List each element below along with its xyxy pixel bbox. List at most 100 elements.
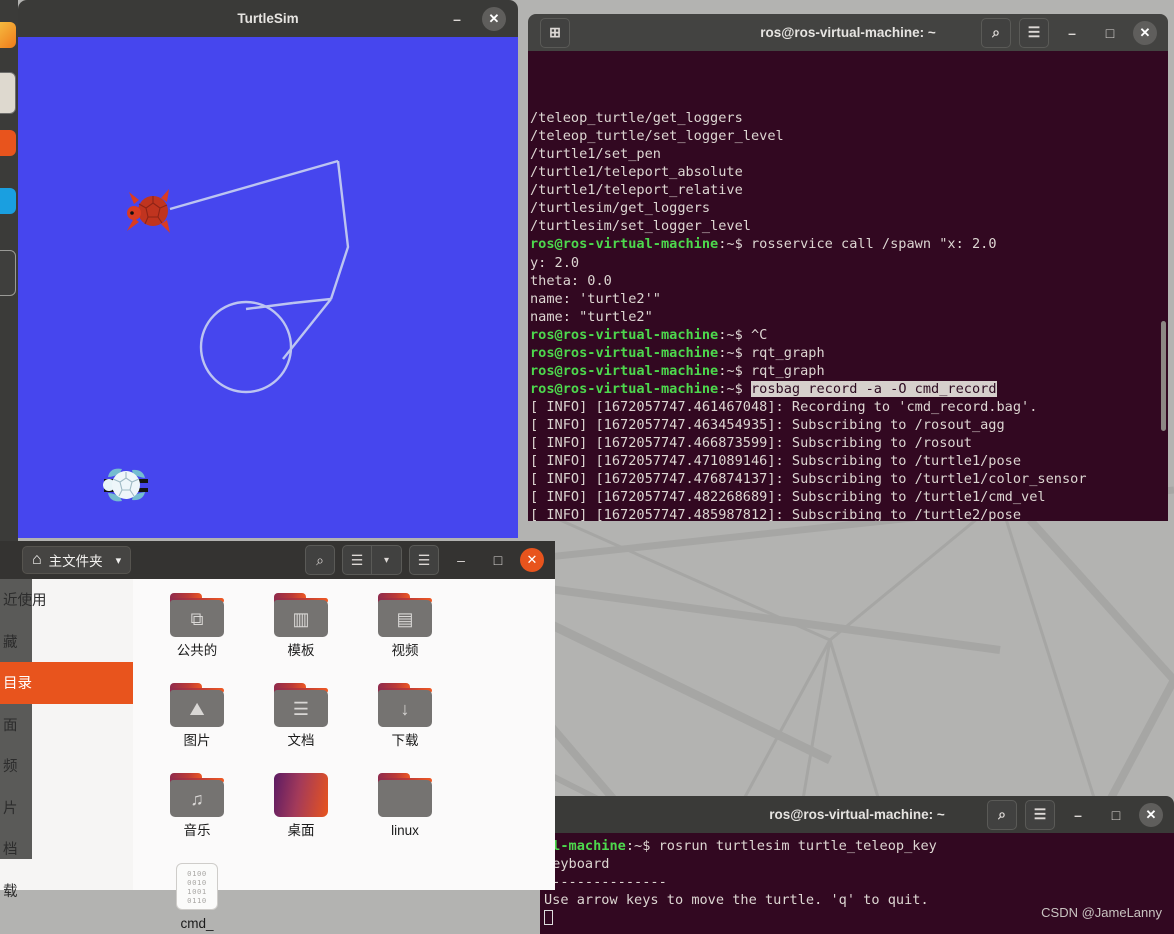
terminal-line: [ INFO] [1672057747.461467048]: Recordin… bbox=[530, 398, 1038, 415]
dock-icon-1[interactable] bbox=[0, 22, 16, 48]
file-label: 音乐 bbox=[183, 823, 211, 838]
file-documents[interactable]: ☰ 文档 bbox=[249, 679, 353, 769]
terminal-window-main[interactable]: ⊞ ros@ros-virtual-machine: ~ ⌕ ☰ – □ ✕ /… bbox=[528, 14, 1168, 521]
new-tab-icon[interactable]: ⊞ bbox=[540, 17, 570, 48]
hamburger-menu-icon[interactable]: ☰ bbox=[1019, 17, 1049, 48]
hamburger-menu-icon[interactable]: ☰ bbox=[1025, 799, 1055, 830]
file-manager-content[interactable]: ⧉ 公共的 ▥ 模板 ▤ 视频 ⛰ 图片 ☰ 文档 ↓ 下载 ♫ 音乐 桌面 linux 0100 0010 100… bbox=[133, 579, 555, 934]
watermark-text: CSDN @JameLanny bbox=[1041, 905, 1162, 920]
file-manager-headerbar[interactable]: ⌂ 主文件夹 ▾ ⌕ ☰ ▾ ☰ – □ ✕ bbox=[0, 541, 555, 579]
terminal-line: ros@ros-virtual-machine:~$ rqt_graph bbox=[530, 344, 825, 361]
sidebar-item-desktop[interactable]: 面 bbox=[0, 704, 133, 746]
file-downloads[interactable]: ↓ 下载 bbox=[353, 679, 457, 769]
music-note-icon: ♫ bbox=[170, 773, 224, 817]
terminal-teleop-close-button[interactable]: ✕ bbox=[1139, 802, 1163, 827]
file-label: 图片 bbox=[183, 733, 211, 748]
file-label: linux bbox=[391, 823, 419, 838]
folder-icon bbox=[378, 773, 432, 817]
binary-file-icon: 0100 0010 1001 0110 bbox=[176, 863, 218, 910]
turtlesim-canvas[interactable] bbox=[18, 37, 518, 538]
file-label: 视频 bbox=[391, 643, 419, 658]
file-cmd-record-bag[interactable]: 0100001010010110 cmd_record.bag bbox=[145, 859, 249, 934]
file-label: 文档 bbox=[287, 733, 315, 748]
sidebar-item-documents[interactable]: 档 bbox=[0, 828, 133, 870]
template-icon: ▥ bbox=[274, 593, 328, 637]
path-home-button[interactable]: ⌂ 主文件夹 ▾ bbox=[22, 546, 132, 574]
sidebar-item-videos[interactable]: 频 bbox=[0, 745, 133, 787]
terminal-line: [ INFO] [1672057747.463454935]: Subscrib… bbox=[530, 416, 1005, 433]
file-manager-close-button[interactable]: ✕ bbox=[520, 548, 544, 572]
terminal-line: ros@ros-virtual-machine:~$ rosbag record… bbox=[530, 380, 997, 397]
terminal-main-titlebar[interactable]: ⊞ ros@ros-virtual-machine: ~ ⌕ ☰ – □ ✕ bbox=[528, 14, 1168, 51]
terminal-main-maximize-button[interactable]: □ bbox=[1095, 18, 1125, 48]
desktop-screen: TurtleSim – ✕ ⊞ ros@ros-virtual-machine:… bbox=[0, 0, 1174, 934]
sidebar-item-label: 近使用 bbox=[3, 593, 47, 610]
file-linux[interactable]: linux bbox=[353, 769, 457, 859]
terminal-line: /turtle1/teleport_absolute bbox=[530, 164, 743, 181]
search-icon[interactable]: ⌕ bbox=[305, 545, 335, 575]
turtlesim-minimize-button[interactable]: – bbox=[442, 4, 472, 34]
ubuntu-launcher-dock[interactable] bbox=[0, 0, 18, 560]
terminal-line: [ INFO] [1672057747.466873599]: Subscrib… bbox=[530, 434, 972, 451]
sidebar-item-label: 片 bbox=[3, 800, 18, 817]
file-label: 模板 bbox=[287, 643, 315, 658]
terminal-line: name: 'turtle2'" bbox=[530, 290, 661, 307]
hamburger-menu-icon[interactable]: ☰ bbox=[409, 545, 439, 575]
file-manager-body: 近使用藏目录面频片档载 ⧉ 公共的 ▥ 模板 ▤ 视频 ⛰ 图片 ☰ 文档 ↓ 下载 ♫ 音乐 桌面 linu… bbox=[0, 579, 555, 934]
chevron-down-icon[interactable]: ▾ bbox=[372, 545, 402, 575]
sidebar-item-home[interactable]: 目录 bbox=[0, 662, 133, 704]
image-icon: ⛰ bbox=[170, 683, 224, 727]
terminal-line: /turtle1/set_pen bbox=[530, 146, 661, 163]
file-manager-maximize-button[interactable]: □ bbox=[483, 545, 513, 575]
file-videos[interactable]: ▤ 视频 bbox=[353, 589, 457, 679]
terminal-scrollbar[interactable] bbox=[1161, 321, 1166, 431]
file-desktop[interactable]: 桌面 bbox=[249, 769, 353, 859]
terminal-line: --------------- bbox=[544, 874, 667, 891]
file-manager-sidebar[interactable]: 近使用藏目录面频片档载 bbox=[0, 579, 133, 900]
view-list-icon[interactable]: ☰ bbox=[342, 545, 372, 575]
terminal-teleop-maximize-button[interactable]: □ bbox=[1101, 800, 1131, 830]
terminal-line: keyboard bbox=[544, 856, 610, 873]
turtlesim-close-button[interactable]: ✕ bbox=[482, 6, 506, 31]
sidebar-item-starred[interactable]: 藏 bbox=[0, 621, 133, 663]
file-pictures[interactable]: ⛰ 图片 bbox=[145, 679, 249, 769]
terminal-line: /turtlesim/get_loggers bbox=[530, 200, 711, 217]
terminal-teleop-titlebar[interactable]: ros@ros-virtual-machine: ~ ⌕ ☰ – □ ✕ bbox=[540, 796, 1174, 833]
file-public[interactable]: ⧉ 公共的 bbox=[145, 589, 249, 679]
file-templates[interactable]: ▥ 模板 bbox=[249, 589, 353, 679]
search-icon[interactable]: ⌕ bbox=[987, 799, 1017, 830]
selected-command: rosbag record -a -O cmd_record bbox=[751, 380, 997, 397]
sidebar-item-label: 频 bbox=[3, 759, 18, 776]
dock-icon-4[interactable] bbox=[0, 188, 16, 214]
terminal-line: /turtlesim/set_logger_level bbox=[530, 218, 751, 235]
turtlesim-titlebar[interactable]: TurtleSim – ✕ bbox=[18, 0, 518, 37]
desktop-tile-icon bbox=[274, 773, 328, 817]
turtlesim-window[interactable]: TurtleSim – ✕ bbox=[18, 0, 518, 538]
sidebar-item-recent[interactable]: 近使用 bbox=[0, 579, 133, 621]
terminal-line: ros@ros-virtual-machine:~$ rosservice ca… bbox=[530, 236, 997, 253]
search-icon[interactable]: ⌕ bbox=[981, 17, 1011, 48]
sidebar-item-label: 藏 bbox=[3, 634, 18, 651]
terminal-main-minimize-button[interactable]: – bbox=[1057, 18, 1087, 48]
terminal-main-output[interactable]: /teleop_turtle/get_loggers/teleop_turtle… bbox=[528, 51, 1168, 521]
film-icon: ▤ bbox=[378, 593, 432, 637]
terminal-line: y: 2.0 bbox=[530, 254, 580, 271]
terminal-line: ros@ros-virtual-machine:~$ ^C bbox=[530, 326, 768, 343]
dock-icon-5[interactable] bbox=[0, 250, 16, 296]
terminal-main-close-button[interactable]: ✕ bbox=[1133, 20, 1157, 45]
sidebar-item-label: 面 bbox=[3, 717, 18, 734]
file-manager-window[interactable]: ⌂ 主文件夹 ▾ ⌕ ☰ ▾ ☰ – □ ✕ 近使用藏目录面频片档载 ⧉ 公共的… bbox=[0, 541, 555, 934]
file-label: cmd_record.bag bbox=[165, 916, 230, 934]
terminal-teleop-minimize-button[interactable]: – bbox=[1063, 800, 1093, 830]
dock-icon-3[interactable] bbox=[0, 130, 16, 156]
file-music[interactable]: ♫ 音乐 bbox=[145, 769, 249, 859]
sidebar-item-label: 载 bbox=[3, 883, 18, 900]
sidebar-item-label: 目录 bbox=[3, 676, 32, 693]
terminal-line: theta: 0.0 bbox=[530, 272, 612, 289]
file-manager-minimize-button[interactable]: – bbox=[446, 545, 476, 575]
terminal-line: ros@ros-virtual-machine:~$ rqt_graph bbox=[530, 362, 825, 379]
sidebar-item-downloads[interactable]: 载 bbox=[0, 870, 133, 912]
sidebar-item-pictures[interactable]: 片 bbox=[0, 787, 133, 829]
terminal-line: /teleop_turtle/get_loggers bbox=[530, 110, 743, 127]
dock-icon-2[interactable] bbox=[0, 72, 16, 114]
